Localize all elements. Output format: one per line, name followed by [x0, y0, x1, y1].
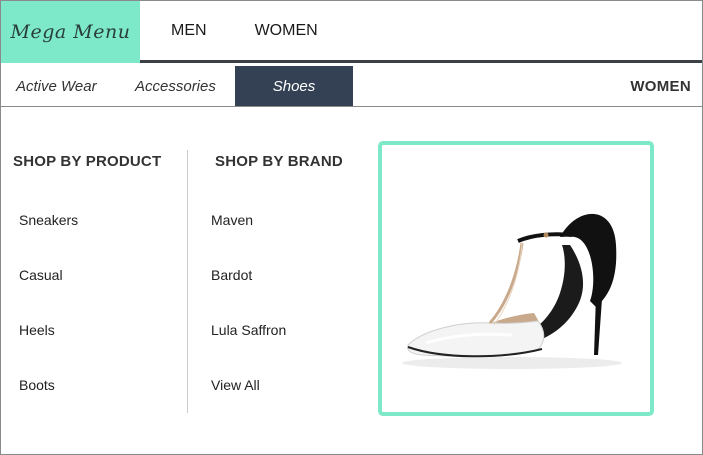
top-navigation-bar: Mega Menu MEN WOMEN: [1, 1, 702, 63]
brand-link-lula-saffron[interactable]: Lula Saffron: [211, 323, 365, 378]
featured-product-image[interactable]: [378, 141, 654, 416]
tab-active-wear[interactable]: Active Wear: [1, 66, 135, 106]
brand-link-view-all[interactable]: View All: [211, 378, 365, 433]
heel-shoe-icon: [402, 213, 622, 369]
topnav-men[interactable]: MEN: [171, 1, 207, 60]
mega-menu-frame: Mega Menu MEN WOMEN Active Wear Accessor…: [0, 0, 703, 455]
product-link-heels[interactable]: Heels: [13, 323, 183, 378]
category-tab-bar: Active Wear Accessories Shoes WOMEN: [1, 66, 702, 107]
shop-by-brand-heading: SHOP BY BRAND: [215, 153, 343, 170]
topnav-women[interactable]: WOMEN: [255, 1, 318, 60]
product-link-boots[interactable]: Boots: [13, 378, 183, 433]
column-divider: [187, 150, 188, 413]
brand-link-bardot[interactable]: Bardot: [211, 268, 365, 323]
brand-list: Maven Bardot Lula Saffron View All: [211, 213, 365, 433]
product-link-casual[interactable]: Casual: [13, 268, 183, 323]
logo[interactable]: Mega Menu: [1, 1, 140, 63]
brand-link-maven[interactable]: Maven: [211, 213, 365, 268]
shop-by-product-heading: SHOP BY PRODUCT: [13, 153, 162, 170]
tab-accessories[interactable]: Accessories: [135, 66, 235, 106]
product-link-sneakers[interactable]: Sneakers: [13, 213, 183, 268]
shop-by-brand-column: SHOP BY BRAND Maven Bardot Lula Saffron …: [211, 151, 365, 433]
product-list: Sneakers Casual Heels Boots: [13, 213, 183, 433]
shop-by-product-column: SHOP BY PRODUCT Sneakers Casual Heels Bo…: [13, 151, 183, 433]
tab-shoes[interactable]: Shoes: [235, 66, 353, 106]
section-label: WOMEN: [630, 77, 691, 95]
tab-bar-spacer: [353, 66, 630, 106]
